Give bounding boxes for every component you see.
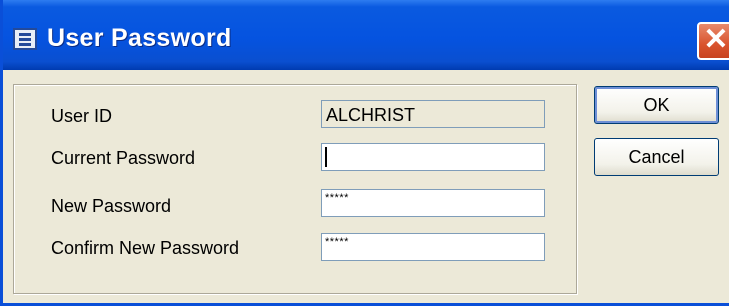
cancel-button[interactable]: Cancel	[594, 138, 719, 176]
user-password-dialog: User Password ✕ User ID ALCHRIST Current…	[0, 0, 729, 306]
dialog-title: User Password	[47, 24, 232, 52]
dialog-body: User ID ALCHRIST Current Password New Pa…	[3, 70, 729, 303]
title-bar[interactable]: User Password ✕	[3, 0, 729, 70]
user-id-field: ALCHRIST	[321, 100, 545, 128]
form-icon	[13, 28, 37, 50]
current-password-input[interactable]	[321, 143, 545, 171]
confirm-password-input[interactable]: *****	[321, 233, 545, 261]
new-password-input[interactable]: *****	[321, 189, 545, 217]
new-password-label: New Password	[51, 196, 172, 216]
current-password-label: Current Password	[51, 148, 196, 168]
confirm-password-label: Confirm New Password	[51, 238, 240, 258]
close-icon: ✕	[703, 23, 729, 56]
ok-button[interactable]: OK	[594, 86, 719, 124]
user-id-label: User ID	[51, 106, 113, 126]
text-caret	[325, 147, 327, 167]
close-button[interactable]: ✕	[697, 22, 729, 60]
